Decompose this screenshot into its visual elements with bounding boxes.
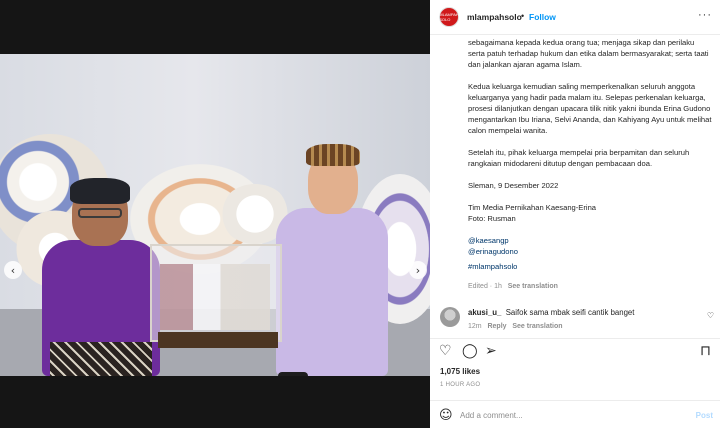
speaker — [278, 372, 308, 376]
post-side-panel: MLAMPAH SOLO mlampahsolo • Follow ··· se… — [430, 0, 720, 428]
commenter-avatar[interactable] — [440, 307, 460, 327]
man-in-lilac — [272, 142, 392, 376]
like-icon[interactable]: ♡ — [439, 344, 452, 358]
mention-link[interactable]: @kaesangp — [468, 235, 712, 246]
emoji-icon[interactable]: ☺ — [439, 408, 453, 423]
post-time-ago: 1 HOUR AGO — [440, 382, 481, 388]
follow-button[interactable]: Follow — [529, 12, 556, 22]
man-in-purple — [42, 178, 162, 376]
caption-paragraph: Kedua keluarga kemudian saling memperken… — [468, 82, 712, 135]
comment-text: akusi_u_ Saifok sama mbak seifi cantik b… — [468, 308, 688, 317]
separator-dot: • — [521, 11, 525, 21]
comment-see-translation[interactable]: See translation — [512, 323, 562, 330]
comment-input[interactable] — [460, 407, 680, 423]
post-photo[interactable]: ‹ › — [0, 54, 430, 376]
comment-item: akusi_u_ Saifok sama mbak seifi cantik b… — [430, 305, 720, 339]
gift-box-base — [158, 332, 278, 348]
hashtag-link[interactable]: #mlampahsolo — [468, 261, 712, 272]
comment-meta: 12m Reply See translation — [468, 323, 563, 330]
caption-date: Sleman, 9 Desember 2022 — [468, 181, 559, 190]
reply-button[interactable]: Reply — [487, 323, 506, 330]
mention-link[interactable]: @erinagudono — [468, 246, 712, 257]
comment-time: 12m — [468, 323, 482, 330]
caption-meta: Edited · 1h See translation — [468, 283, 558, 290]
edited-time: Edited · 1h — [468, 283, 502, 290]
glass-gift-box — [150, 244, 282, 342]
profile-avatar[interactable]: MLAMPAH SOLO — [439, 7, 459, 27]
caption-photo-credit: Foto: Rusman — [468, 214, 516, 223]
post-comment-button[interactable]: Post — [696, 411, 713, 420]
comment-icon[interactable]: ◯ — [462, 344, 478, 358]
comment-body: Saifok sama mbak seifi cantik banget — [505, 308, 635, 317]
share-icon[interactable]: ➢ — [485, 344, 497, 358]
carousel-prev-button[interactable]: ‹ — [4, 261, 22, 279]
more-options-icon[interactable]: ··· — [698, 9, 712, 21]
caption-paragraph: sebagaimana kepada kedua orang tua; menj… — [468, 38, 709, 69]
likes-count[interactable]: 1,075 likes — [440, 367, 480, 376]
caption-credit: Tim Media Pernikahan Kaesang-Erina — [468, 203, 597, 212]
commenter-username[interactable]: akusi_u_ — [468, 308, 501, 317]
post-header: MLAMPAH SOLO mlampahsolo • Follow ··· — [430, 0, 720, 35]
carousel-next-button[interactable]: › — [409, 261, 427, 279]
post-actions: ♡ ◯ ➢ ⊓ — [430, 338, 720, 364]
save-icon[interactable]: ⊓ — [700, 344, 711, 358]
caption-paragraph: Setelah itu, pihak keluarga mempelai pri… — [468, 148, 690, 168]
profile-username[interactable]: mlampahsolo — [467, 12, 522, 22]
comment-like-icon[interactable]: ♡ — [707, 311, 714, 320]
see-translation-link[interactable]: See translation — [508, 283, 558, 290]
add-comment-bar: ☺ Post — [430, 400, 720, 428]
post-caption: sebagaimana kepada kedua orang tua; menj… — [468, 37, 712, 272]
